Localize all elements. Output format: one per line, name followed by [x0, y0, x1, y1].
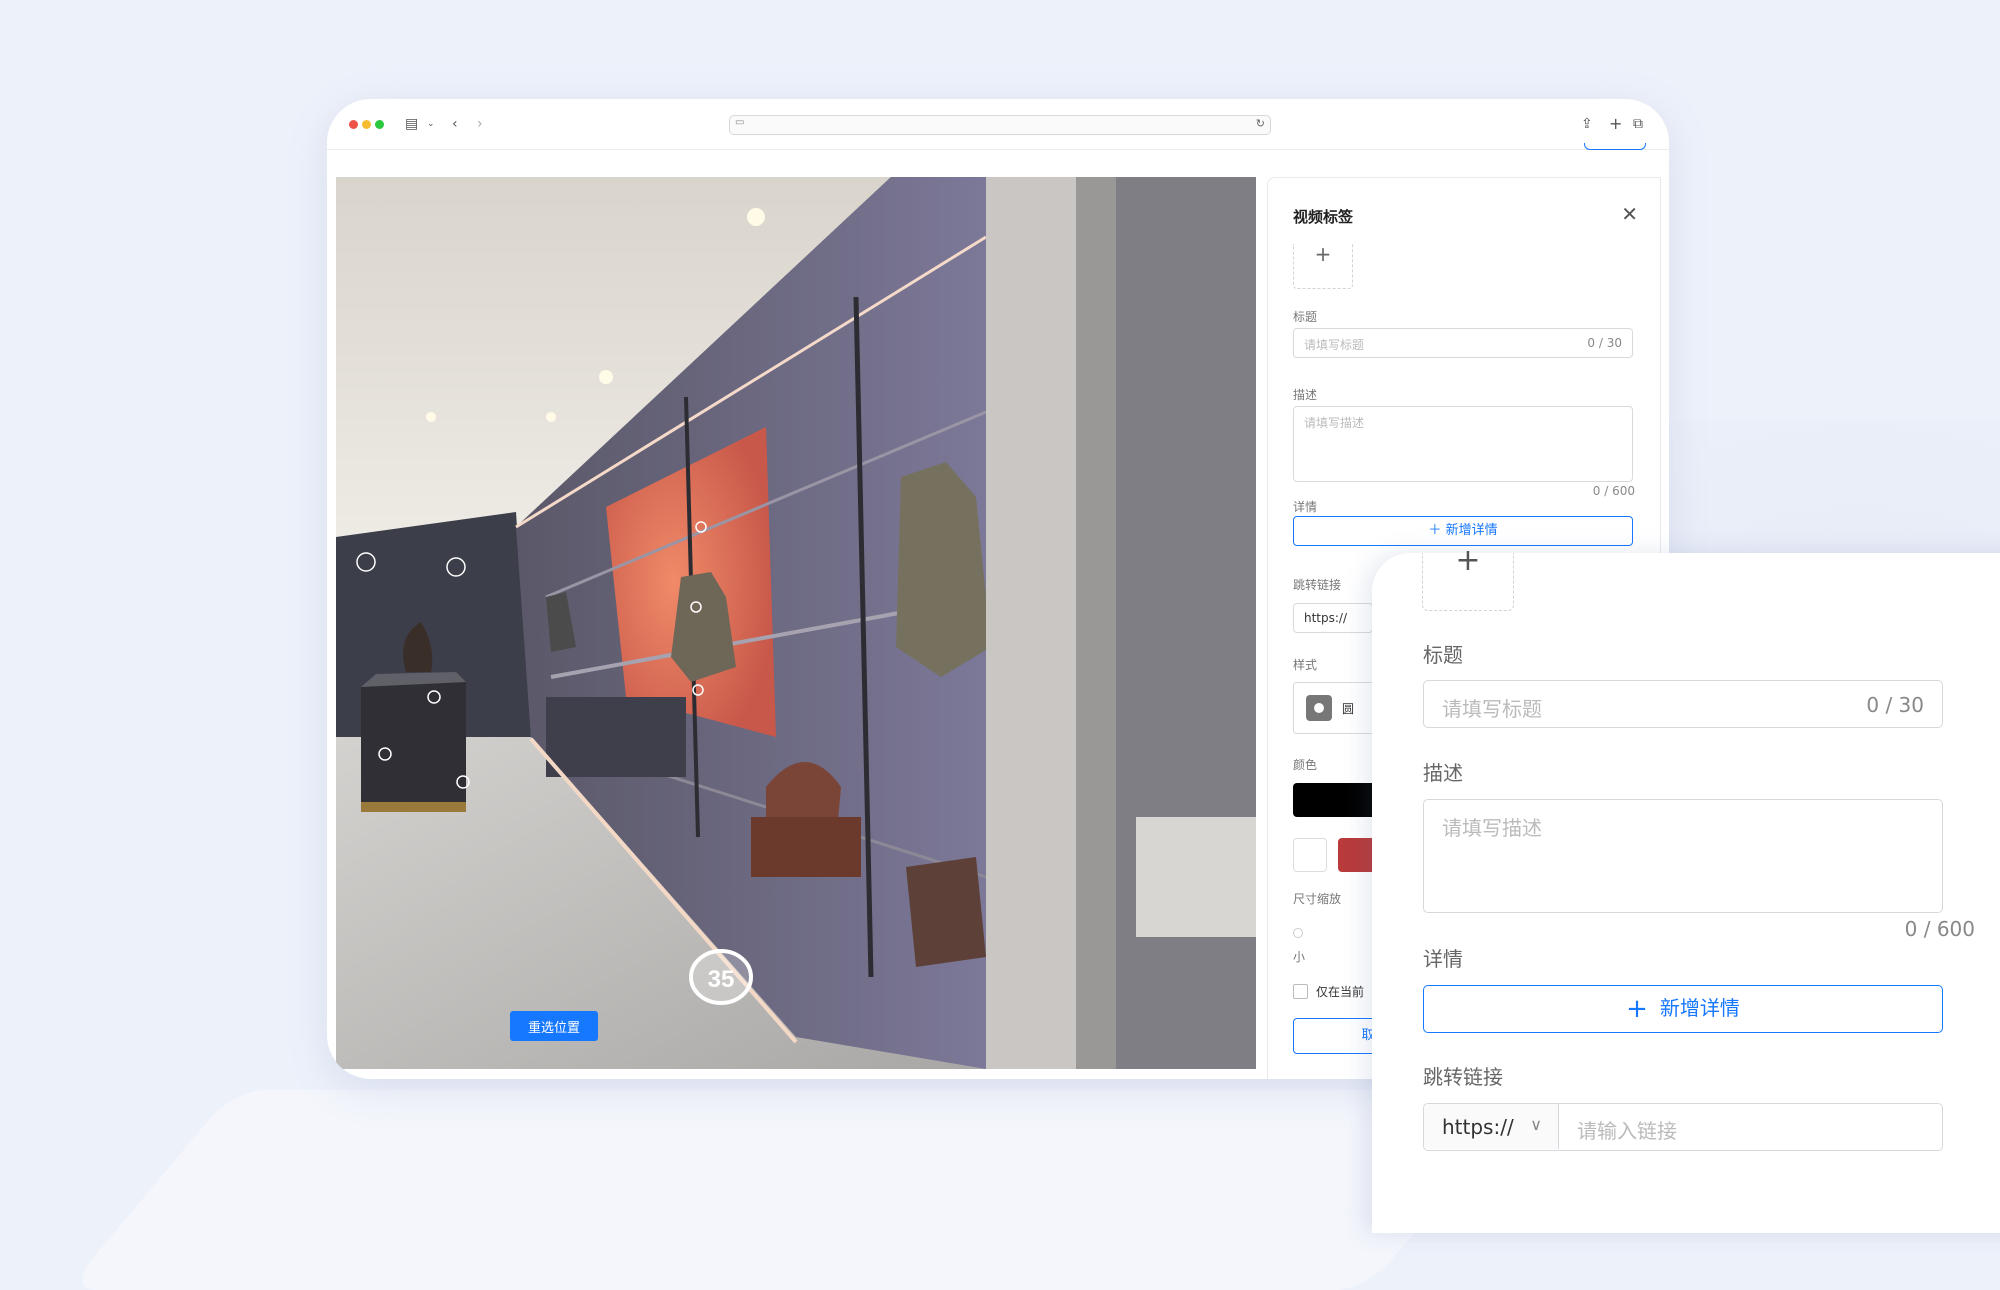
- description-input[interactable]: 请填写描述: [1293, 406, 1633, 482]
- hotspot-marker[interactable]: 35: [689, 949, 753, 1005]
- tabs-overview-icon[interactable]: ⧉: [1633, 113, 1643, 135]
- color-swatch-white[interactable]: [1293, 838, 1327, 872]
- toolbar-button-edge[interactable]: [1584, 143, 1646, 150]
- minimize-window-button[interactable]: [362, 120, 371, 129]
- browser-titlebar: ▤ ⌄ ‹ › ▭ ↻ ⇪ + ⧉: [327, 99, 1669, 150]
- zoom-add-details-label: 新增详情: [1659, 996, 1740, 1020]
- plus-icon: ＋: [1428, 523, 1446, 538]
- title-placeholder: 请填写标题: [1304, 338, 1365, 352]
- background-shape: [66, 1090, 1534, 1290]
- panel-title: 视频标签: [1293, 208, 1354, 226]
- zoom-add-details-button[interactable]: + 新增详情: [1423, 985, 1943, 1033]
- add-details-button[interactable]: ＋ 新增详情: [1293, 516, 1633, 546]
- description-label: 描述: [1293, 388, 1318, 402]
- chevron-down-icon: ∨: [1530, 1115, 1542, 1134]
- zoom-description-label: 描述: [1423, 761, 1463, 785]
- hotspot-number: 35: [708, 966, 735, 993]
- details-label: 详情: [1293, 500, 1318, 514]
- zoom-link-placeholder[interactable]: 请输入链接: [1577, 1115, 1677, 1144]
- zoom-description-counter: 0 / 600: [1904, 917, 1975, 941]
- title-counter: 0 / 30: [1587, 336, 1622, 350]
- zoom-link-input-group: https:// ∨ 请输入链接: [1423, 1103, 1943, 1151]
- size-slider-handle[interactable]: [1293, 928, 1303, 938]
- zoom-title-placeholder: 请填写标题: [1442, 697, 1542, 721]
- zoom-title-input[interactable]: 请填写标题 0 / 30: [1423, 680, 1943, 728]
- zoom-description-placeholder: 请填写描述: [1442, 816, 1542, 840]
- zoom-title-counter: 0 / 30: [1866, 693, 1924, 717]
- zoomed-form-panel: + 标题 请填写标题 0 / 30 描述 请填写描述 0 / 600 详情 + 新…: [1372, 546, 2000, 1233]
- style-label: 样式: [1293, 658, 1318, 672]
- size-label: 尺寸缩放: [1293, 892, 1342, 906]
- panorama-scene: 35: [336, 177, 1256, 1069]
- style-option-label: 圆: [1342, 702, 1355, 716]
- reselect-position-button[interactable]: 重选位置: [510, 1011, 598, 1041]
- description-counter: 0 / 600: [1592, 484, 1635, 498]
- close-icon[interactable]: ✕: [1621, 202, 1638, 226]
- chevron-right-icon[interactable]: ›: [477, 113, 483, 135]
- zoom-description-input[interactable]: 请填写描述: [1423, 799, 1943, 913]
- zoom-protocol-select[interactable]: https:// ∨: [1424, 1104, 1559, 1149]
- only-current-label: 仅在当前: [1316, 985, 1365, 999]
- page-icon: ▭: [735, 117, 745, 128]
- panorama-viewer[interactable]: 35 重选位置: [336, 177, 1256, 1069]
- upload-button-zoomed[interactable]: +: [1422, 546, 1514, 611]
- address-bar[interactable]: ▭ ↻: [729, 115, 1271, 135]
- zoom-details-label: 详情: [1423, 947, 1463, 971]
- zoom-protocol-value: https://: [1442, 1115, 1514, 1139]
- link-label: 跳转链接: [1293, 578, 1342, 592]
- upload-button[interactable]: +: [1293, 244, 1353, 289]
- chevron-down-icon[interactable]: ⌄: [427, 113, 435, 135]
- chevron-left-icon[interactable]: ‹: [452, 113, 458, 135]
- title-input[interactable]: 请填写标题 0 / 30: [1293, 328, 1633, 358]
- zoom-link-label: 跳转链接: [1423, 1065, 1503, 1089]
- description-placeholder: 请填写描述: [1304, 416, 1365, 430]
- share-icon[interactable]: ⇪: [1581, 113, 1593, 135]
- protocol-value: https://: [1304, 611, 1348, 625]
- reload-icon[interactable]: ↻: [1256, 117, 1265, 130]
- title-label: 标题: [1293, 310, 1318, 324]
- size-min-label: 小: [1293, 950, 1306, 964]
- color-label: 颜色: [1293, 758, 1318, 772]
- maximize-window-button[interactable]: [375, 120, 384, 129]
- only-current-checkbox[interactable]: [1293, 984, 1308, 999]
- close-window-button[interactable]: [349, 120, 358, 129]
- add-details-label: 新增详情: [1445, 523, 1498, 538]
- plus-icon: +: [1626, 994, 1648, 1024]
- circle-style-icon: [1306, 695, 1332, 721]
- sidebar-icon[interactable]: ▤: [405, 113, 418, 135]
- plus-icon[interactable]: +: [1609, 113, 1622, 135]
- zoom-title-label: 标题: [1423, 643, 1463, 667]
- protocol-select[interactable]: https://: [1293, 603, 1373, 633]
